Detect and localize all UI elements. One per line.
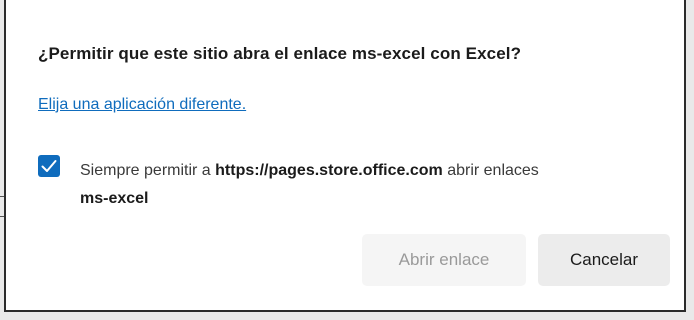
always-allow-prefix: Siempre permitir a	[80, 162, 216, 179]
always-allow-checkbox[interactable]	[38, 155, 60, 177]
site-url: https://pages.store.office.com	[215, 162, 443, 179]
protocol-name: ms-excel	[80, 190, 149, 207]
cancel-button[interactable]: Cancelar	[538, 234, 670, 286]
permission-dialog: ¿Permitir que este sitio abra el enlace …	[4, 0, 686, 312]
always-allow-middle: abrir enlaces	[442, 162, 539, 179]
open-link-button[interactable]: Abrir enlace	[362, 234, 526, 286]
checkmark-icon	[41, 160, 57, 172]
choose-different-app-link[interactable]: Elija una aplicación diferente.	[38, 96, 246, 114]
always-allow-label: Siempre permitir a https://pages.store.o…	[80, 157, 670, 213]
dialog-title: ¿Permitir que este sitio abra el enlace …	[38, 44, 522, 63]
